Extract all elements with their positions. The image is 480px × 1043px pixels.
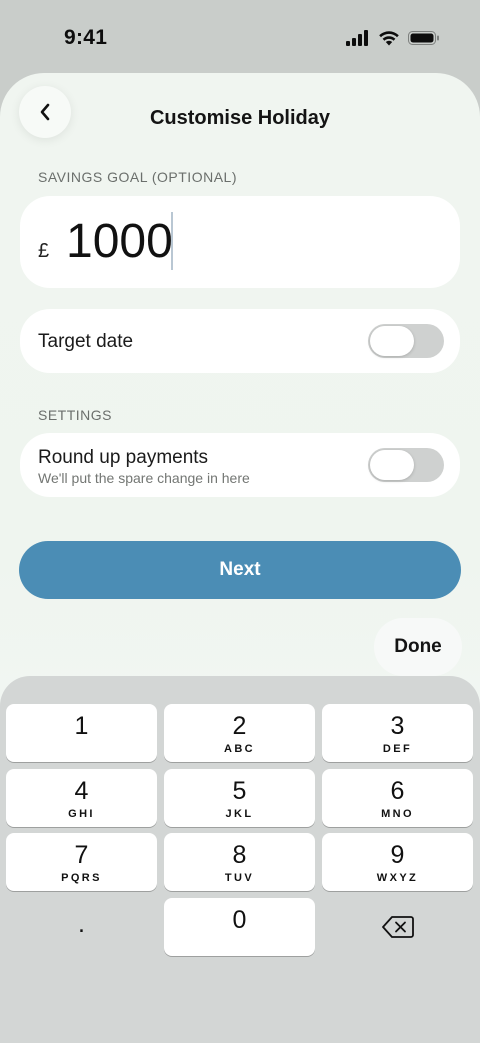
currency-symbol: £ [38,240,50,262]
key-1[interactable]: 1 [6,704,157,762]
round-up-description: We'll put the spare change in here [38,470,250,486]
signal-icon [346,30,368,46]
key-letters: WXYZ [376,872,419,884]
key-digit: 0 [232,906,247,934]
battery-icon [408,31,439,45]
savings-goal-label: SAVINGS GOAL (OPTIONAL) [38,169,237,185]
round-up-label: Round up payments [38,447,209,468]
key-digit: 3 [390,712,405,740]
done-button[interactable]: Done [374,618,462,676]
text-caret [171,212,173,270]
toggle-knob [370,326,414,356]
settings-label: SETTINGS [38,407,113,423]
key-digit: 1 [74,712,89,740]
key-7[interactable]: 7 PQRS [6,833,157,891]
key-letters: JKL [225,808,254,820]
next-button[interactable]: Next [19,541,461,599]
key-digit: 9 [390,841,405,869]
backspace-icon [381,916,414,938]
round-up-toggle[interactable] [368,448,444,482]
key-digit: 5 [232,777,247,805]
key-letters: TUV [224,872,255,884]
wifi-icon [379,31,399,46]
key-digit: . [78,910,85,938]
target-date-row: Target date [20,309,460,373]
key-decimal[interactable]: . [6,898,157,956]
target-date-label: Target date [38,331,134,352]
customise-holiday-sheet: Customise Holiday SAVINGS GOAL (OPTIONAL… [0,73,480,1043]
key-digit: 2 [232,712,247,740]
key-6[interactable]: 6 MNO [322,769,473,827]
page-title: Customise Holiday [149,107,331,129]
key-letters: PQRS [61,872,102,884]
key-0[interactable]: 0 [164,898,315,956]
key-digit: 4 [74,777,89,805]
key-digit: 7 [74,841,89,869]
numeric-keypad: 1 2 ABC 3 DEF 4 GHI 5 JKL 6 MNO 7 PQRS 8… [0,676,480,1043]
key-8[interactable]: 8 TUV [164,833,315,891]
status-icons [346,28,440,48]
key-5[interactable]: 5 JKL [164,769,315,827]
key-digit: 8 [232,841,247,869]
savings-goal-input[interactable]: £ 1000 [20,196,460,288]
goal-amount: 1000 [66,215,173,268]
key-letters: GHI [68,808,95,820]
status-bar: 9:41 [0,0,480,75]
status-time: 9:41 [64,26,108,49]
key-9[interactable]: 9 WXYZ [322,833,473,891]
key-letters: MNO [381,808,414,820]
key-2[interactable]: 2 ABC [164,704,315,762]
key-3[interactable]: 3 DEF [322,704,473,762]
round-up-row: Round up payments We'll put the spare ch… [20,433,460,497]
target-date-toggle[interactable] [368,324,444,358]
key-digit: 6 [390,777,405,805]
key-letters: DEF [382,743,413,755]
key-4[interactable]: 4 GHI [6,769,157,827]
toggle-knob [370,450,414,480]
key-delete[interactable] [322,898,473,956]
key-letters: ABC [223,743,256,755]
